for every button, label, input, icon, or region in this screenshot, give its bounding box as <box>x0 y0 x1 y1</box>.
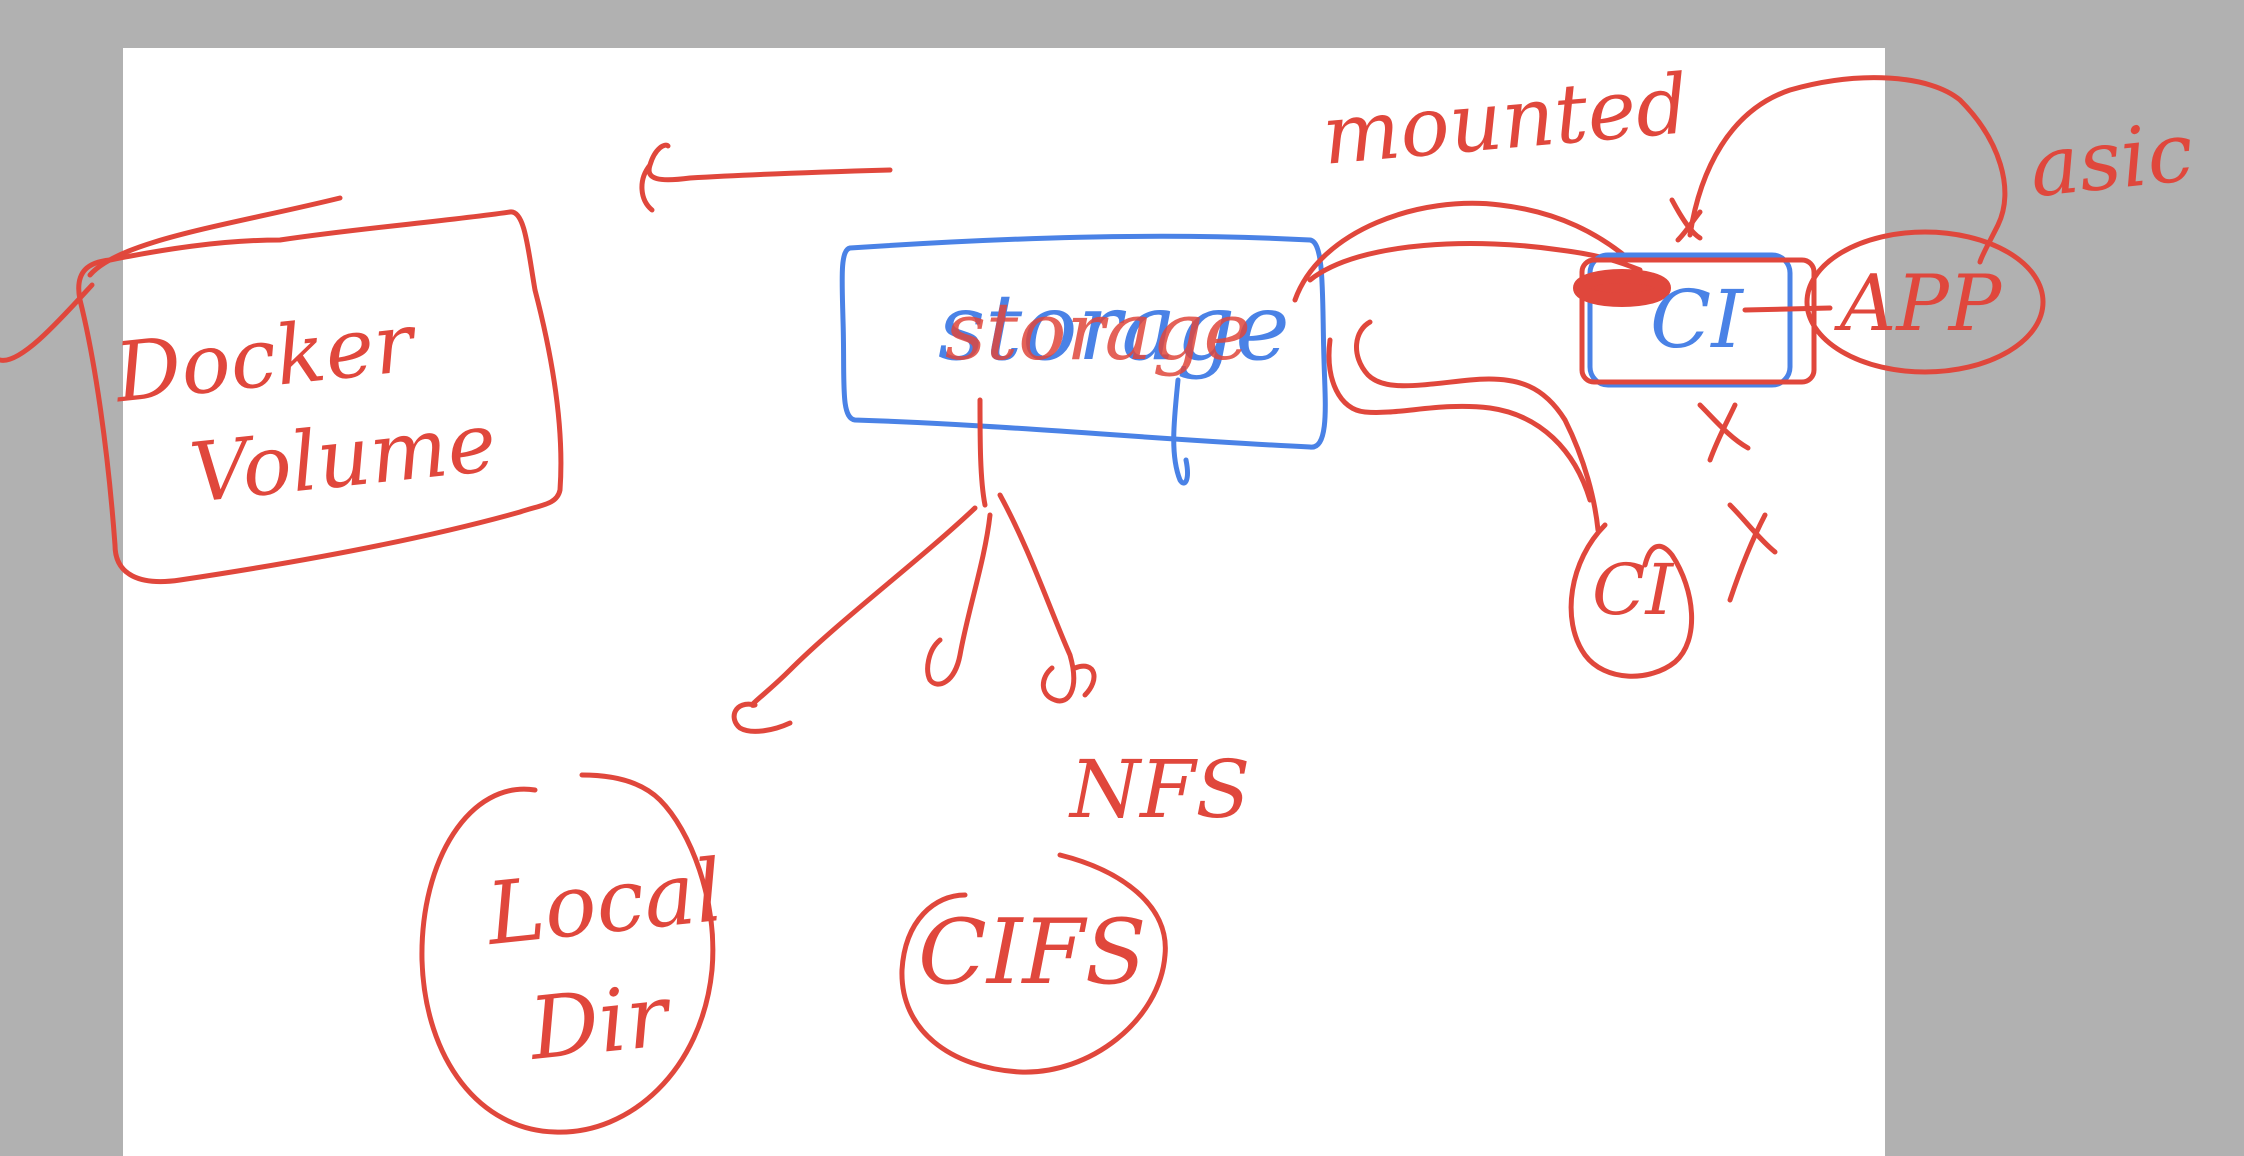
storage-label-overwrite: storage <box>945 285 1251 378</box>
storage-to-ci-bottom-curve <box>1353 319 1601 533</box>
ci-app-link <box>1742 305 1833 313</box>
nfs-label: NFS <box>1070 743 1251 836</box>
app-label: APP <box>1840 259 2002 349</box>
whiteboard-stage: Docker Volume storage storage mounted CI… <box>0 0 2244 1156</box>
ci-top-label: CI <box>1650 273 1743 366</box>
local-dir-label-line2: Dir <box>525 966 673 1080</box>
branch-to-local-dir <box>731 505 978 734</box>
storage-stem <box>977 397 988 508</box>
local-dir-label-line1: Local <box>482 840 728 966</box>
x-mark-mid <box>1697 402 1751 463</box>
left-arrow <box>639 142 893 213</box>
x-mark-right <box>1727 502 1778 603</box>
branch-to-nfs <box>997 492 1097 704</box>
asic-label: asic <box>2025 104 2198 217</box>
cifs-label: CIFS <box>918 900 1147 1005</box>
storage-box-tick <box>1171 377 1190 486</box>
storage-to-ci-bottom-curve-2 <box>1326 337 1593 503</box>
ci-bottom-label: CI <box>1592 549 1674 631</box>
